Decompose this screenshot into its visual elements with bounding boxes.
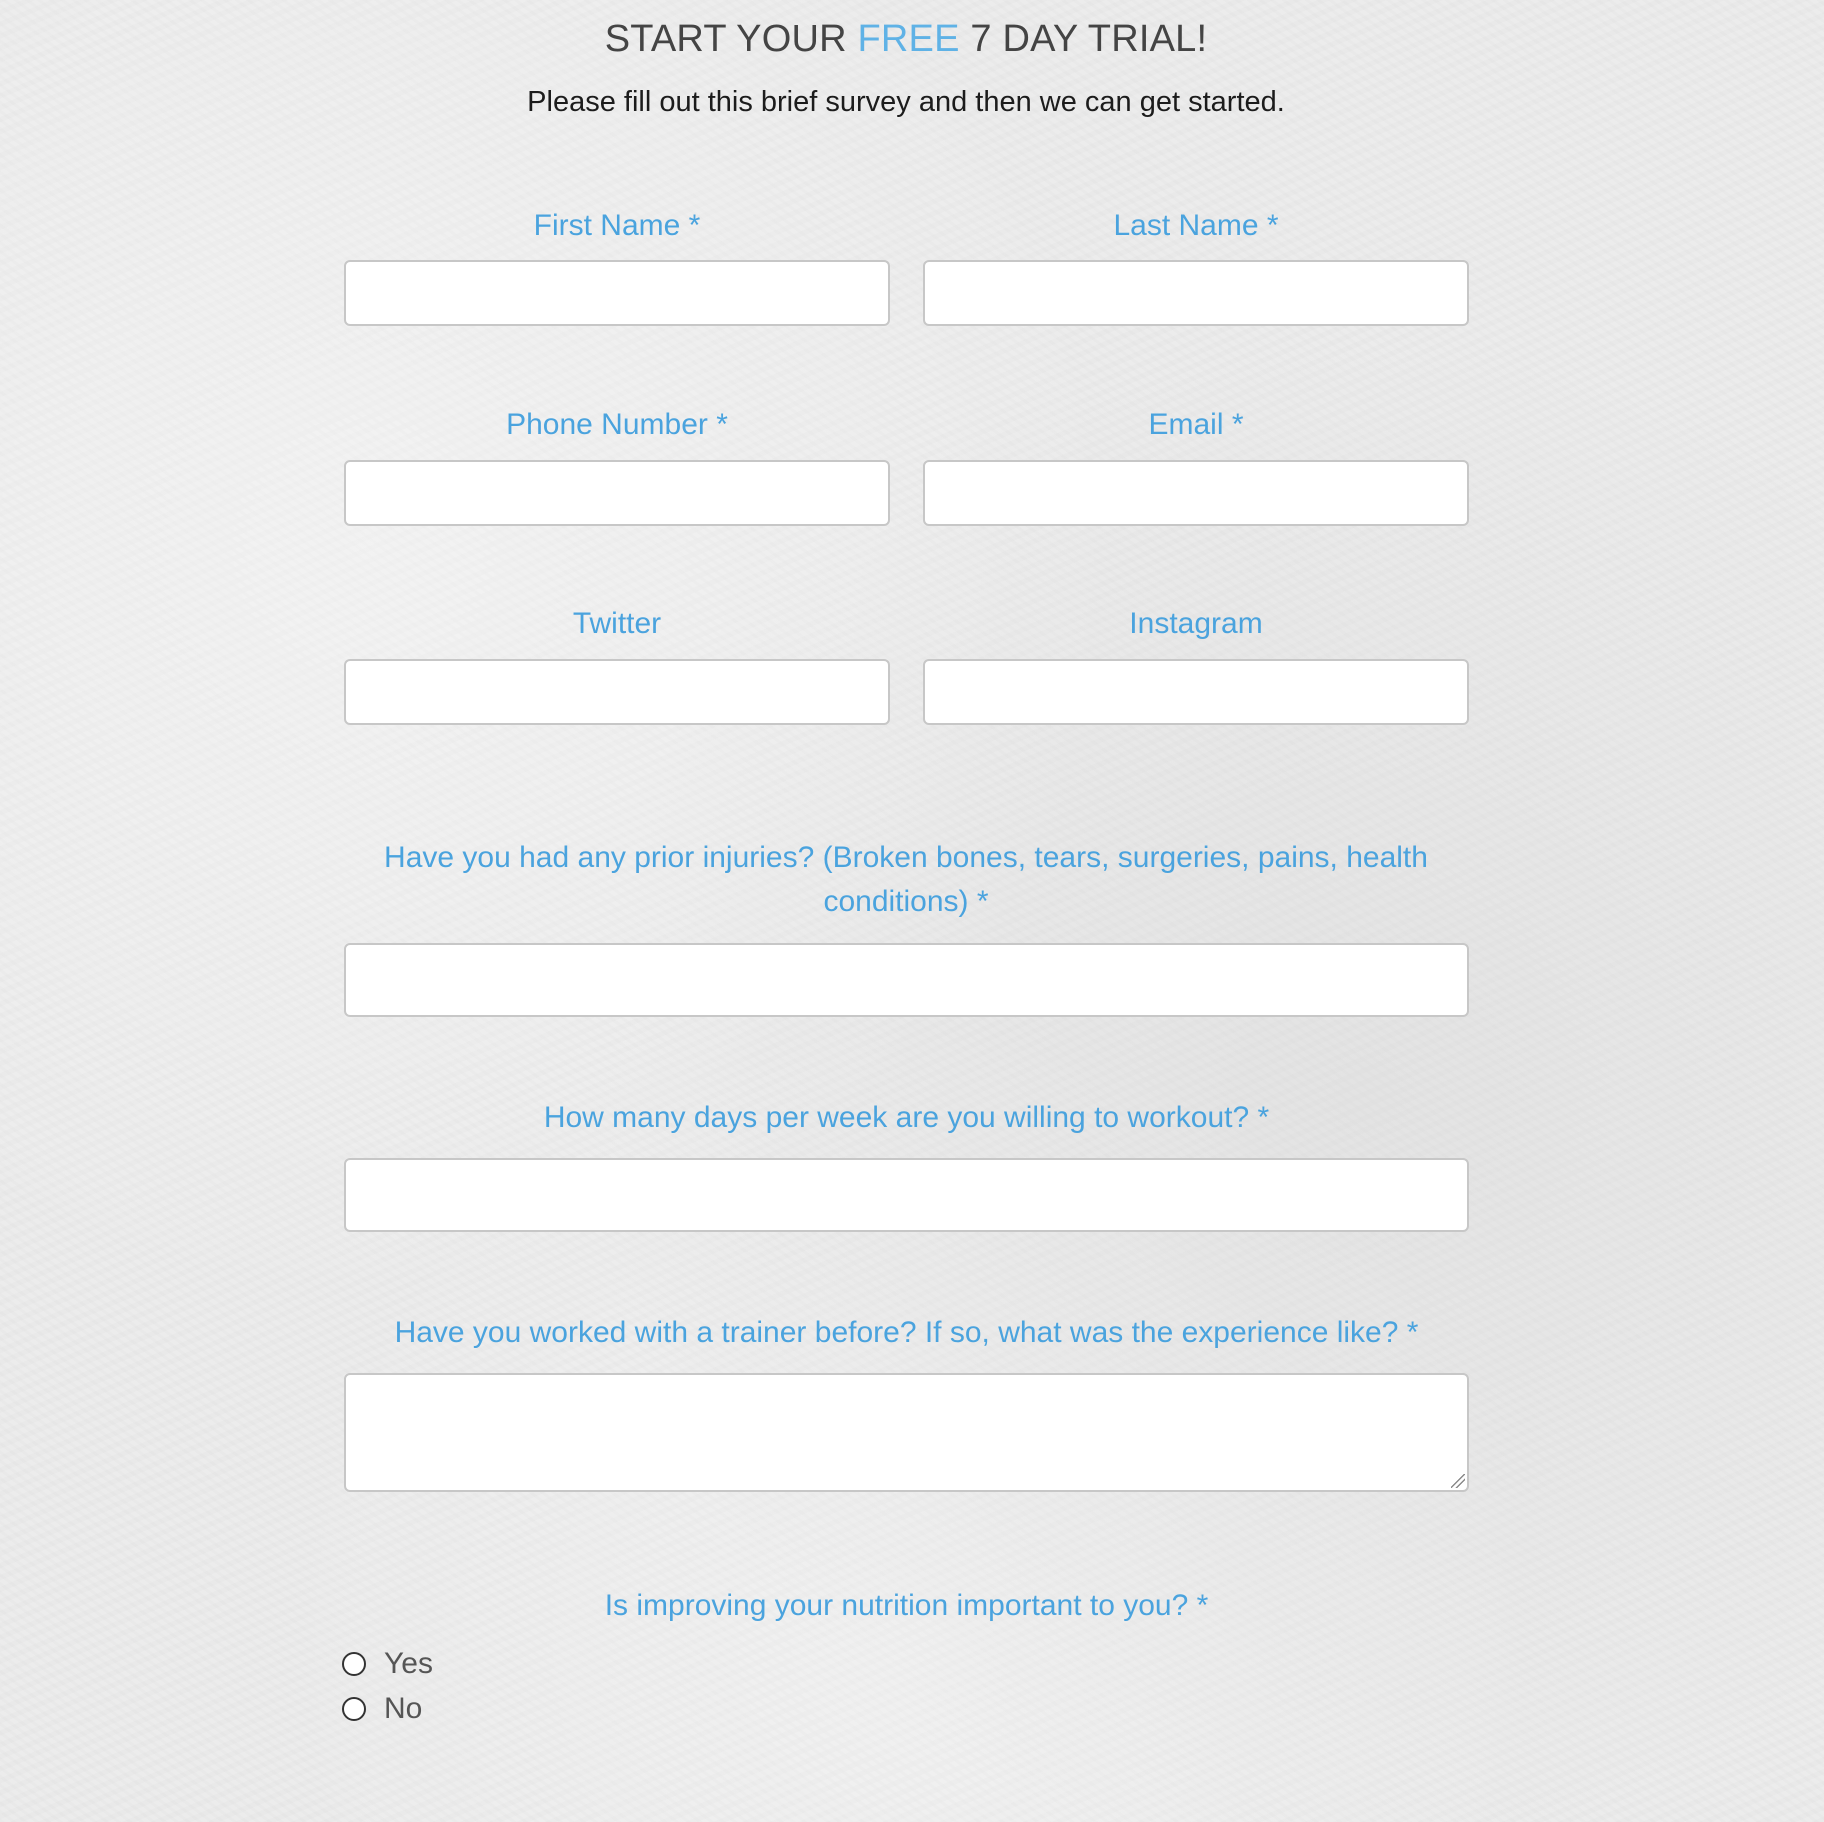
email-input[interactable] [923,460,1469,526]
twitter-input[interactable] [344,659,890,725]
first-name-label: First Name * [533,209,701,242]
days-input[interactable] [344,1158,1469,1232]
nutrition-option-yes[interactable]: Yes [342,1647,433,1681]
trainer-label: Have you worked with a trainer before? I… [394,1316,1419,1349]
twitter-label: Twitter [572,607,662,640]
last-name-input[interactable] [923,260,1469,326]
phone-input[interactable] [344,460,890,526]
injuries-input[interactable] [344,943,1469,1017]
trainer-textarea[interactable] [344,1373,1469,1492]
trainer-textarea-wrap [344,1373,1469,1492]
title-prefix: START YOUR [604,18,858,60]
nutrition-label: Is improving your nutrition important to… [604,1589,1209,1622]
page-subtitle: Please fill out this brief survey and th… [527,86,1285,118]
phone-label: Phone Number * [506,408,728,441]
nutrition-option-no[interactable]: No [342,1692,422,1726]
radio-no-label: No [384,1692,423,1725]
instagram-input[interactable] [923,659,1469,725]
page-title: START YOUR FREE 7 DAY TRIAL! [0,18,1812,61]
days-label: How many days per week are you willing t… [543,1101,1270,1134]
title-suffix: 7 DAY TRIAL! [959,18,1208,60]
radio-no[interactable] [342,1697,366,1721]
injuries-label: Have you had any prior injuries? (Broken… [384,841,1428,918]
first-name-input[interactable] [344,260,890,326]
radio-yes-label: Yes [384,1647,433,1680]
instagram-label: Instagram [1129,607,1263,640]
last-name-label: Last Name * [1113,209,1279,242]
radio-yes[interactable] [342,1652,366,1676]
email-label: Email * [1148,408,1244,441]
title-accent: FREE [857,18,960,60]
